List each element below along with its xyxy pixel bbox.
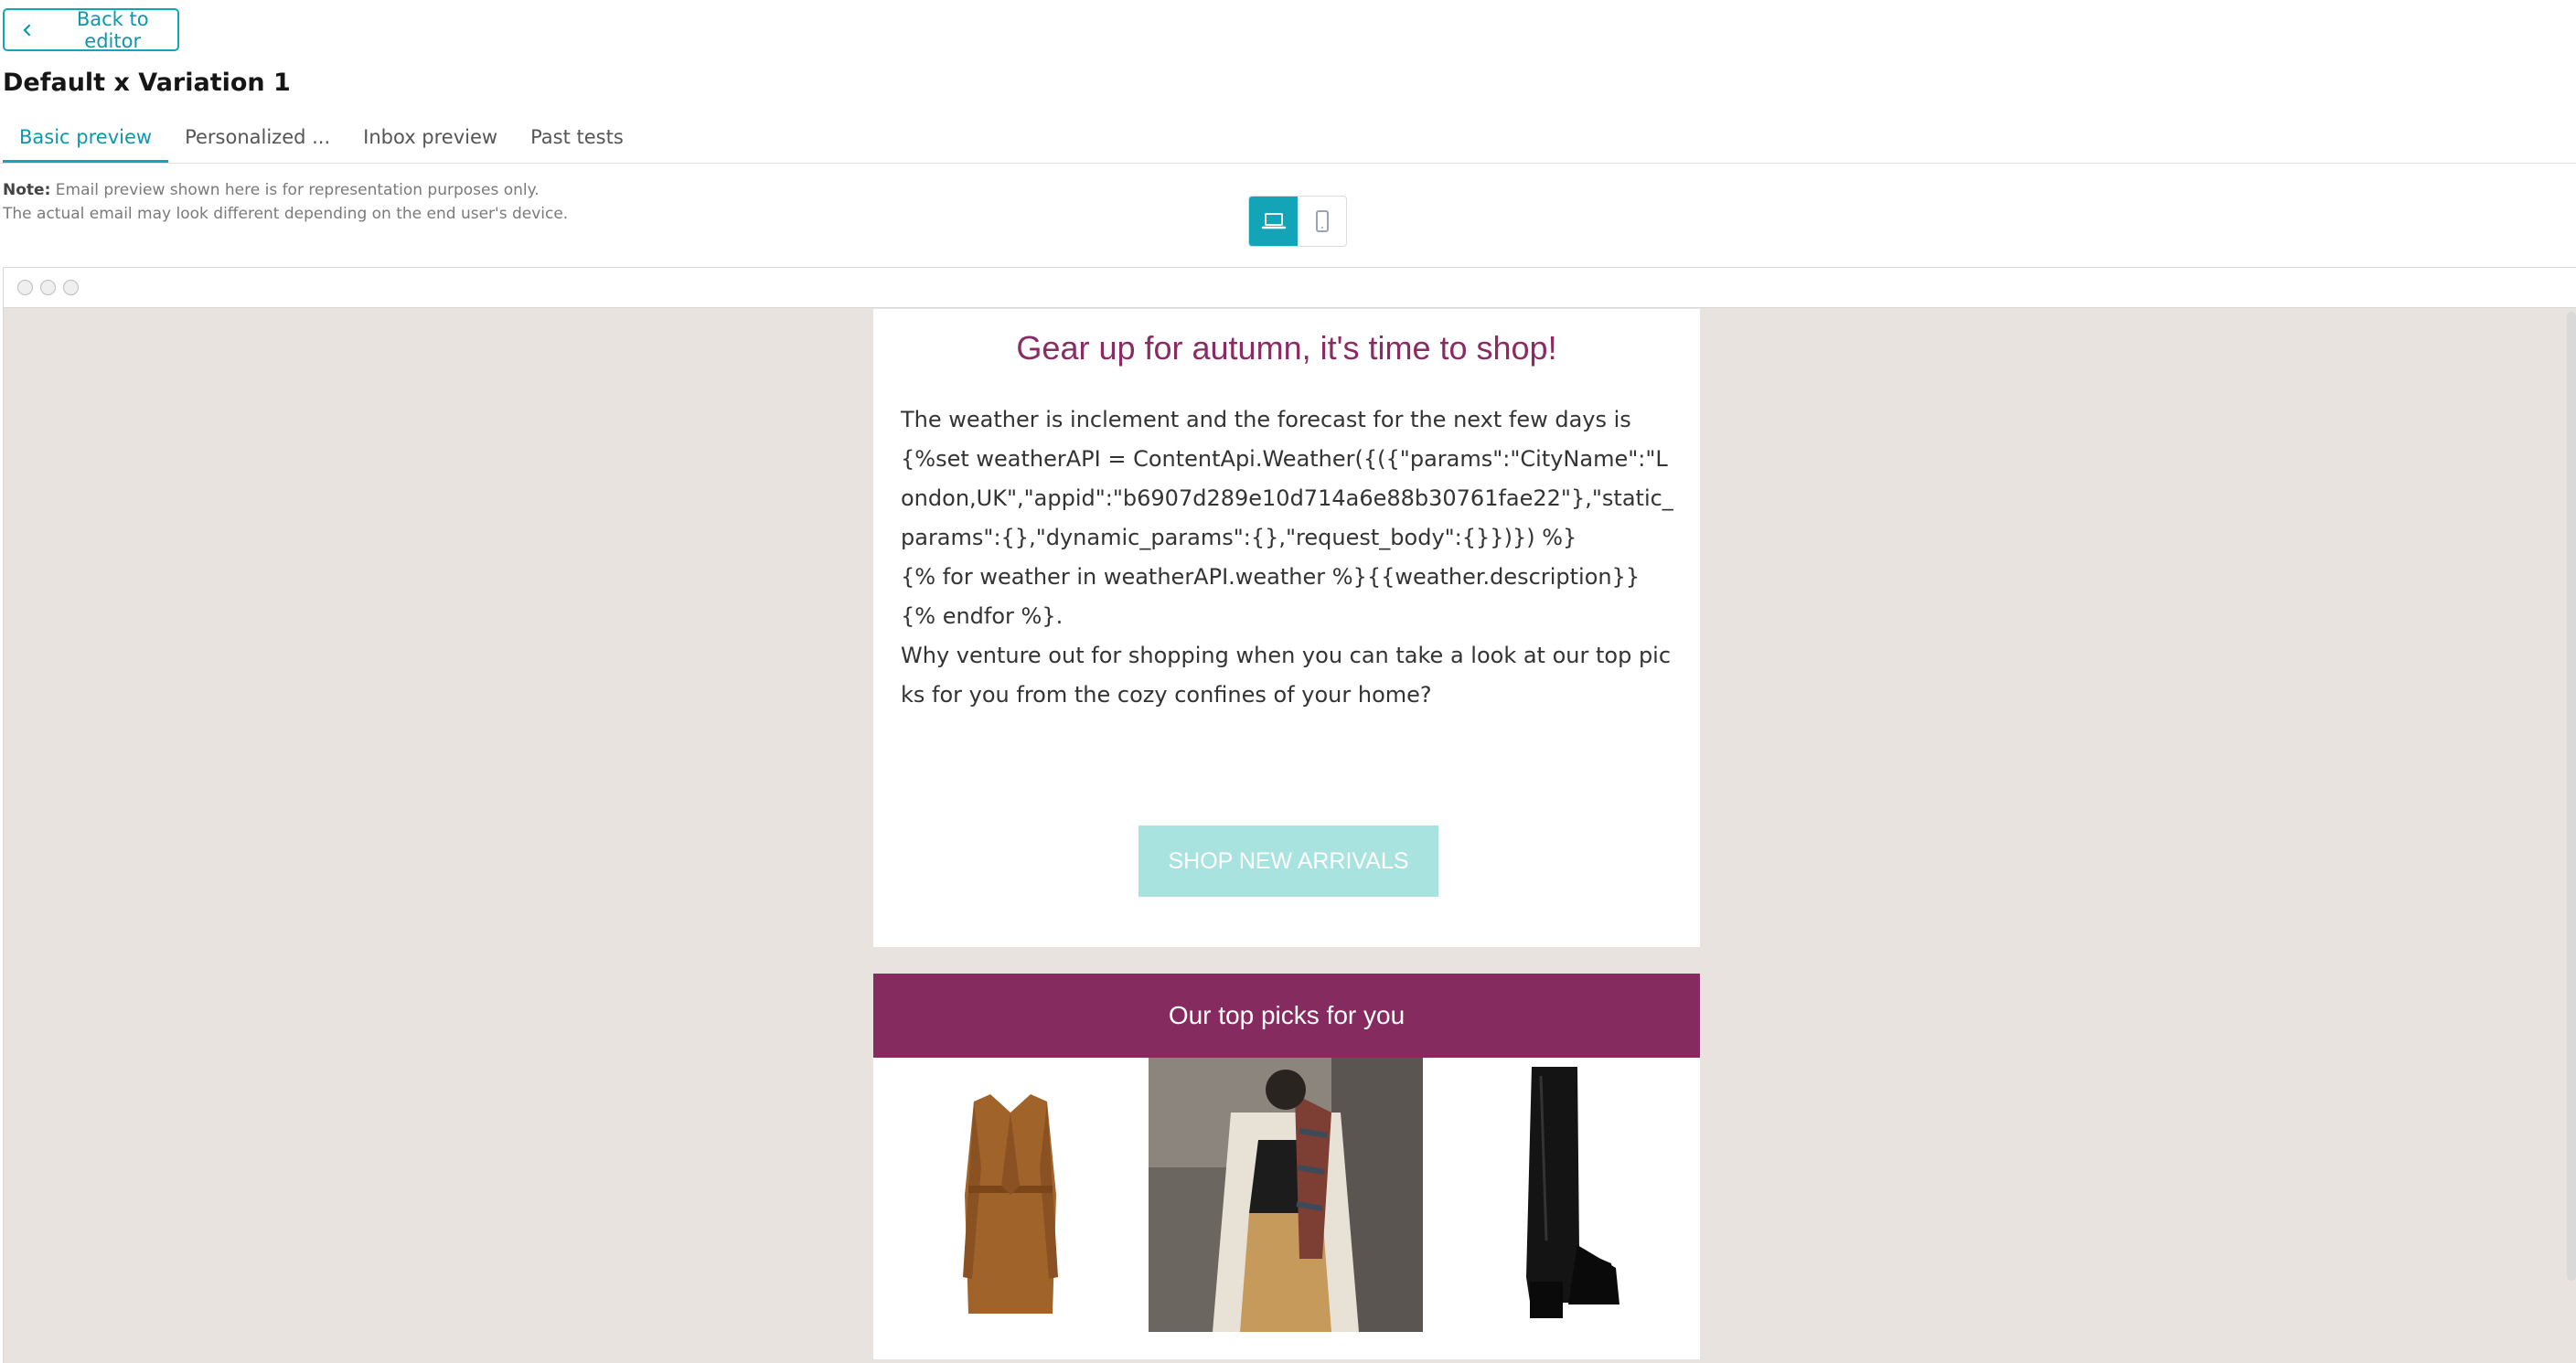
product-coat[interactable]	[873, 1058, 1148, 1332]
product-row	[873, 1058, 1700, 1359]
email-body-intro: The weather is inclement and the forecas…	[901, 407, 1631, 432]
mobile-icon	[1315, 210, 1329, 232]
product-boot[interactable]	[1424, 1058, 1698, 1332]
browser-bar	[4, 268, 2576, 308]
window-dot-icon	[17, 280, 33, 295]
email-heading: Gear up for autumn, it's time to shop!	[1016, 329, 1557, 367]
tab-past-tests[interactable]: Past tests	[514, 112, 640, 163]
back-to-editor-label: Back to editor	[76, 7, 149, 52]
preview-note: Note: Email preview shown here is for re…	[3, 178, 568, 226]
email-content-card: Gear up for autumn, it's time to shop! T…	[873, 309, 1700, 947]
device-toggle	[1248, 196, 1347, 247]
product-outfit[interactable]	[1149, 1058, 1423, 1332]
email-body: The weather is inclement and the forecas…	[901, 400, 1678, 715]
email-body-code-1: {%set weatherAPI = ContentApi.Weather({(…	[901, 446, 1673, 550]
desktop-view-button[interactable]	[1249, 197, 1298, 246]
chevron-left-icon	[23, 23, 31, 37]
window-dot-icon	[40, 280, 56, 295]
shop-new-arrivals-button[interactable]: SHOP NEW ARRIVALS	[1138, 825, 1438, 897]
boot-image	[1424, 1058, 1698, 1332]
page-title: Default x Variation 1	[3, 69, 291, 97]
preview-scrollbar[interactable]	[2567, 312, 2576, 1281]
note-line-1: Email preview shown here is for represen…	[55, 181, 540, 199]
outfit-image	[1149, 1058, 1423, 1332]
tab-basic-preview[interactable]: Basic preview	[3, 112, 169, 163]
email-body-code-2: {% for weather in weatherAPI.weather %}{…	[901, 564, 1647, 629]
preview-tabs: Basic preview Personalized ... Inbox pre…	[3, 112, 640, 163]
browser-preview-frame: Gear up for autumn, it's time to shop! T…	[3, 267, 2576, 1363]
email-body-outro: Why venture out for shopping when you ca…	[901, 643, 1672, 708]
tab-divider	[0, 163, 2576, 164]
back-to-editor-button[interactable]: Back to editor	[3, 7, 179, 52]
note-line-2: The actual email may look different depe…	[3, 205, 569, 223]
mobile-view-button[interactable]	[1298, 197, 1346, 246]
coat-image	[873, 1058, 1148, 1332]
laptop-icon	[1261, 213, 1286, 229]
tab-personalized[interactable]: Personalized ...	[168, 112, 347, 163]
note-label: Note:	[3, 181, 51, 199]
window-dot-icon	[63, 280, 79, 295]
tab-inbox-preview[interactable]: Inbox preview	[347, 112, 514, 163]
top-picks-banner: Our top picks for you	[873, 974, 1700, 1058]
